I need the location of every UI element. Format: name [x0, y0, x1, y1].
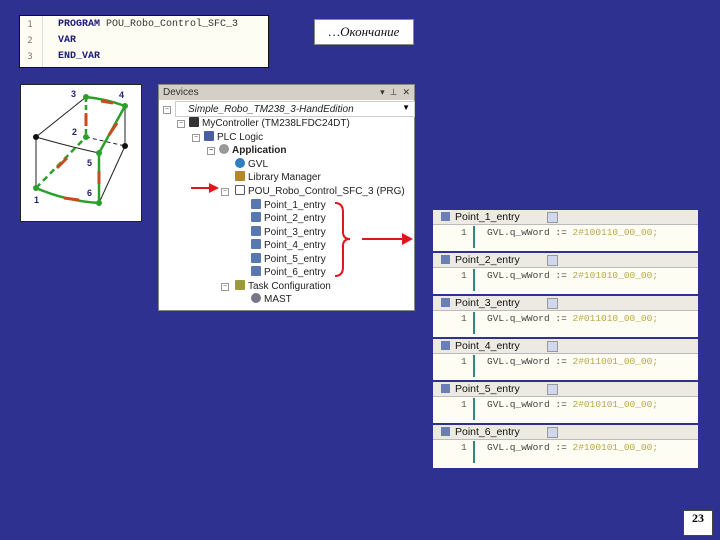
- declaration-icon[interactable]: [547, 255, 558, 266]
- action-icon: [441, 341, 450, 350]
- declaration-icon[interactable]: [547, 384, 558, 395]
- slide-number: 23: [683, 510, 713, 536]
- action-editor-point-3[interactable]: Point_3_entry 1 GVL.q_wWord := 2#011010_00…: [433, 296, 698, 337]
- line-number: 1: [461, 442, 467, 453]
- line-number: 1: [461, 313, 467, 324]
- action-editor-point-6[interactable]: Point_6_entry 1 GVL.q_wWord := 2#100101_00…: [433, 425, 698, 468]
- code-line[interactable]: GVL.q_wWord := 2#100110_00_00;: [487, 227, 658, 238]
- declaration-icon[interactable]: [547, 298, 558, 309]
- declaration-icon[interactable]: [547, 212, 558, 223]
- action-icon: [441, 255, 450, 264]
- declaration-icon[interactable]: [547, 341, 558, 352]
- action-icon: [441, 384, 450, 393]
- action-icon: [441, 298, 450, 307]
- editor-tab[interactable]: Point_5_entry: [455, 382, 520, 396]
- editor-tab[interactable]: Point_6_entry: [455, 425, 520, 439]
- editor-tab[interactable]: Point_3_entry: [455, 296, 520, 310]
- code-line[interactable]: GVL.q_wWord := 2#010101_00_00;: [487, 399, 658, 410]
- line-number: 1: [461, 399, 467, 410]
- editor-tab[interactable]: Point_2_entry: [455, 253, 520, 267]
- action-editor-point-2[interactable]: Point_2_entry 1 GVL.q_wWord := 2#101010_00…: [433, 253, 698, 294]
- line-number: 1: [461, 270, 467, 281]
- action-icon: [441, 212, 450, 221]
- red-brace: [334, 202, 351, 277]
- editor-tab[interactable]: Point_4_entry: [455, 339, 520, 353]
- action-editor-point-5[interactable]: Point_5_entry 1 GVL.q_wWord := 2#010101_00…: [433, 382, 698, 423]
- code-line[interactable]: GVL.q_wWord := 2#011010_00_00;: [487, 313, 658, 324]
- declaration-icon[interactable]: [547, 427, 558, 438]
- line-number: 1: [461, 227, 467, 238]
- action-editor-point-1[interactable]: Point_1_entry 1 GVL.q_wWord := 2#100110_00…: [433, 210, 698, 251]
- editor-tab[interactable]: Point_1_entry: [455, 210, 520, 224]
- action-icon: [441, 427, 450, 436]
- code-line[interactable]: GVL.q_wWord := 2#100101_00_00;: [487, 442, 658, 453]
- code-line[interactable]: GVL.q_wWord := 2#101010_00_00;: [487, 270, 658, 281]
- code-line[interactable]: GVL.q_wWord := 2#011001_00_00;: [487, 356, 658, 367]
- action-editor-point-4[interactable]: Point_4_entry 1 GVL.q_wWord := 2#011001_00…: [433, 339, 698, 380]
- line-number: 1: [461, 356, 467, 367]
